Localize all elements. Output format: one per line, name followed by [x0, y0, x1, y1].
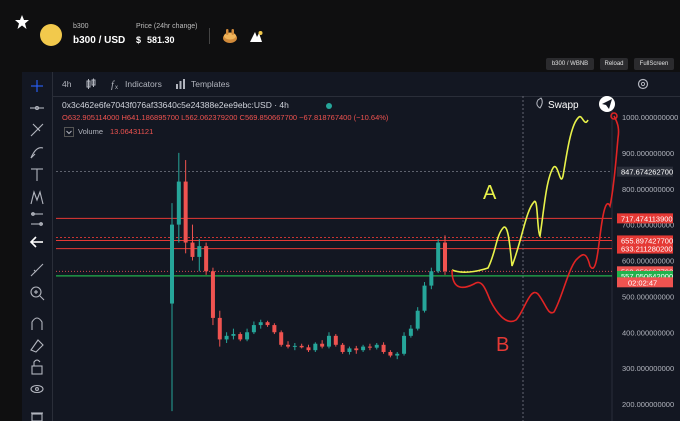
candle-body — [443, 242, 447, 272]
candle-body — [367, 346, 372, 348]
y-tick-label: 500.000000000 — [622, 292, 674, 301]
candle-body — [374, 344, 379, 348]
price-tag-label: 633.211280200 — [621, 245, 673, 254]
candle-body — [183, 181, 188, 243]
candle-body — [361, 346, 366, 351]
candle-body — [306, 347, 311, 351]
candle-body — [395, 353, 400, 356]
annotation-b: B — [496, 334, 509, 356]
y-tick-label: 800.000000000 — [622, 185, 674, 194]
candle-body — [286, 344, 291, 347]
candle-body — [347, 348, 352, 352]
candle-body — [258, 322, 263, 326]
candle-body — [210, 271, 215, 318]
candle-body — [279, 332, 284, 345]
candle-body — [320, 343, 325, 347]
candle-body — [170, 224, 174, 304]
annotation-a: A — [483, 182, 497, 204]
candle-body — [388, 351, 393, 356]
candle-body — [326, 335, 331, 347]
candle-body — [292, 345, 297, 347]
candle-body — [415, 310, 420, 329]
y-tick-label: 900.000000000 — [622, 149, 674, 158]
candle-body — [381, 344, 386, 352]
swapp-watermark: Swapp — [548, 100, 579, 111]
candle-body — [272, 325, 277, 333]
countdown-label: 02:02:47 — [628, 278, 657, 287]
price-chart[interactable]: 1000.000000000 900.000000000 800.000000000… — [0, 0, 680, 421]
candle-body — [197, 246, 202, 257]
y-tick-label: 1000.000000000 — [622, 113, 678, 122]
candle-body — [299, 345, 304, 348]
candle-body — [190, 242, 195, 257]
candle-body — [224, 335, 229, 340]
candle-body — [402, 335, 407, 354]
candle-body — [217, 317, 222, 340]
candle-body — [333, 335, 338, 345]
swapp-logo-icon — [536, 97, 543, 109]
candle-body — [436, 242, 441, 272]
candle-body — [265, 322, 270, 326]
y-tick-label: 400.000000000 — [622, 328, 674, 337]
candle-body — [408, 328, 413, 336]
y-tick-label: 600.000000000 — [622, 257, 674, 266]
candle-body — [238, 334, 243, 340]
candle-body — [354, 348, 359, 351]
candle-body — [340, 344, 345, 352]
candle-body — [231, 334, 236, 336]
candle-body — [245, 332, 250, 340]
candle-body — [422, 285, 427, 311]
candle-body — [176, 181, 181, 225]
price-tag-label: 717.474113900 — [621, 214, 673, 223]
candle-body — [204, 246, 209, 272]
candle-body — [429, 271, 434, 286]
y-tick-label: 300.000000000 — [622, 364, 674, 373]
candle-body — [313, 343, 318, 351]
price-tag-label: 847.674262700 — [621, 168, 673, 177]
y-tick-label: 200.000000000 — [622, 400, 674, 409]
candle-body — [251, 325, 256, 333]
